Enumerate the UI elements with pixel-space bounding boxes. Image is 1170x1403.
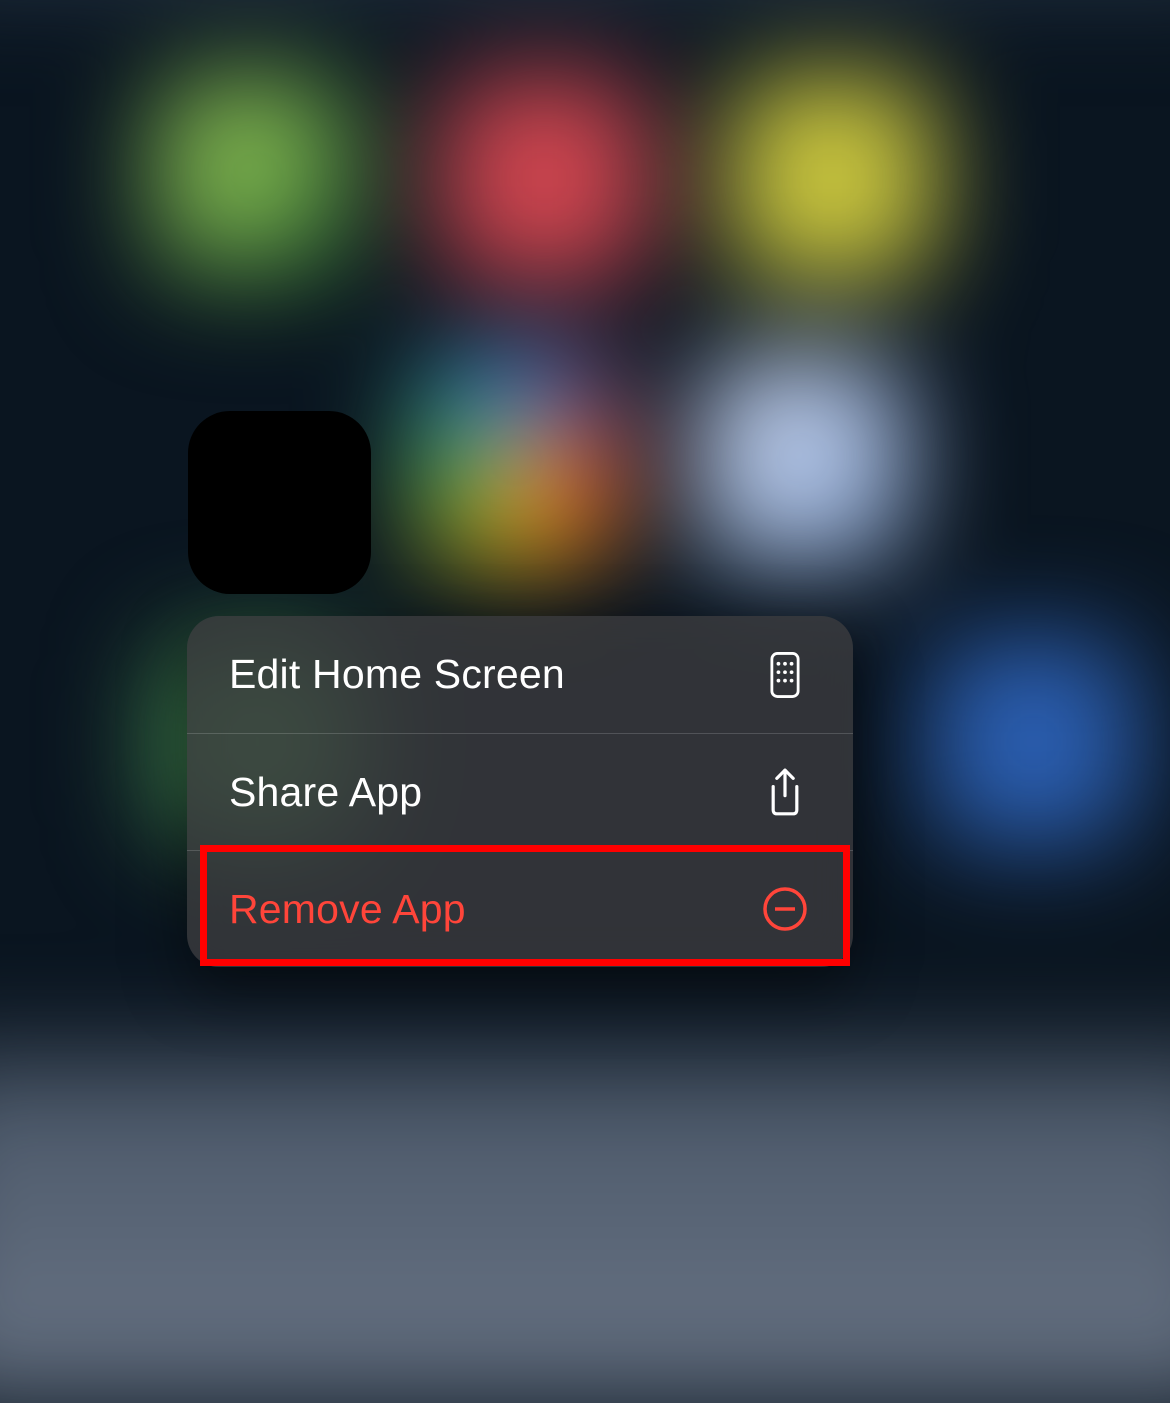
menu-item-share-app[interactable]: Share App <box>187 733 853 850</box>
menu-item-edit-home-screen[interactable]: Edit Home Screen <box>187 616 853 733</box>
selected-app-icon[interactable] <box>188 411 371 594</box>
menu-item-remove-app[interactable]: Remove App <box>187 850 853 967</box>
menu-item-label: Edit Home Screen <box>229 651 565 698</box>
share-icon <box>761 768 809 816</box>
phone-grid-icon <box>761 651 809 699</box>
app-context-menu: Edit Home Screen Share App <box>187 616 853 967</box>
menu-item-label: Share App <box>229 769 422 816</box>
menu-item-label: Remove App <box>229 886 466 933</box>
remove-icon <box>761 885 809 933</box>
